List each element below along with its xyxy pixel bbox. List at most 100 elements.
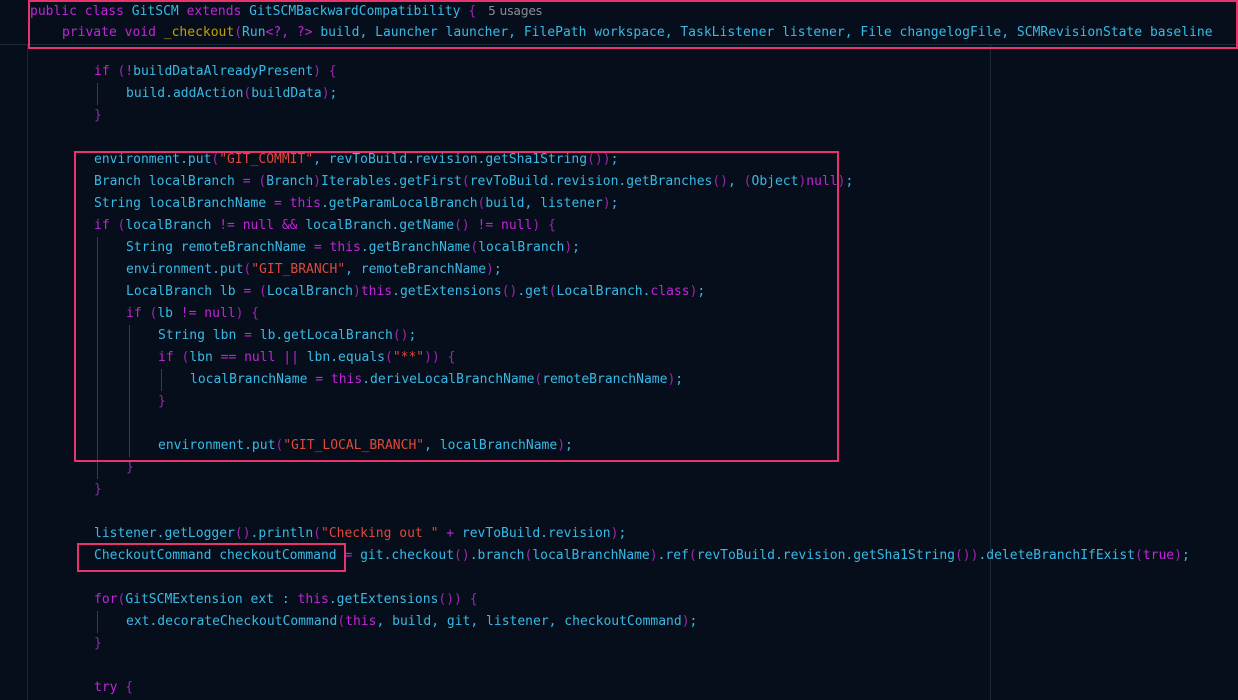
code-line[interactable]: } [94, 633, 102, 655]
indent-guide [97, 237, 98, 479]
code-token: () [234, 526, 251, 541]
indent-guide [97, 83, 98, 105]
code-token: , build, git, listener, checkoutCommand [376, 614, 682, 629]
code-line[interactable]: } [126, 457, 134, 479]
code-line[interactable]: } [94, 479, 102, 501]
code-token: localBranch [478, 240, 565, 255]
code-token: Run [242, 25, 266, 40]
code-token: .branch [469, 548, 525, 563]
code-token: ; [689, 614, 698, 629]
code-token: null [806, 174, 838, 189]
code-token: = [274, 196, 282, 211]
code-token: ( [109, 218, 126, 233]
code-token: } [94, 482, 102, 497]
code-token: localBranch.getName [297, 218, 455, 233]
code-token: ( [173, 350, 190, 365]
code-token: != [180, 306, 197, 321]
code-line[interactable]: if (lb != null) { [126, 303, 259, 325]
code-token: Iterables.getFirst [321, 174, 462, 189]
code-token: ( [141, 306, 158, 321]
code-token: .getExtensions [392, 284, 502, 299]
sticky-method-signature[interactable]: private void _checkout(Run<?, ?> build, … [62, 22, 1213, 44]
code-line[interactable]: for(GitSCMExtension ext : this.getExtens… [94, 589, 478, 611]
code-token: environment.put [158, 438, 276, 453]
sticky-class-declaration[interactable]: public class GitSCM extends GitSCMBackwa… [30, 0, 542, 22]
code-line[interactable]: localBranchName = this.deriveLocalBranch… [190, 369, 683, 391]
code-token: .deleteBranchIfExist [978, 548, 1135, 563]
code-token: != [477, 218, 494, 233]
code-line[interactable]: LocalBranch lb = (LocalBranch)this.getEx… [126, 281, 705, 303]
code-token: if [94, 64, 110, 79]
code-token: ) [313, 64, 321, 79]
code-line[interactable]: } [158, 391, 166, 413]
code-token: ) [486, 262, 494, 277]
code-editor[interactable]: public class GitSCM extends GitSCMBackwa… [0, 0, 1238, 700]
code-token: ; [610, 152, 619, 167]
code-token: () [712, 174, 729, 189]
code-line[interactable]: environment.put("GIT_LOCAL_BRANCH", loca… [158, 435, 573, 457]
code-token: ; [845, 174, 854, 189]
code-token: ) [321, 86, 330, 101]
code-token: ! [125, 64, 134, 79]
code-token: )) [424, 350, 440, 365]
code-token: localBranchName [190, 372, 316, 387]
usages-hint[interactable]: 5 usages [488, 4, 542, 18]
code-line[interactable]: try { [94, 677, 133, 699]
code-token: ()) [438, 592, 462, 607]
right-margin-guide [990, 44, 991, 700]
code-token: ) [649, 548, 658, 563]
code-token: if [94, 218, 110, 233]
code-token: .deriveLocalBranchName [362, 372, 535, 387]
code-token: String localBranchName [94, 196, 275, 211]
code-token: ( [109, 64, 126, 79]
code-token: ; [329, 86, 338, 101]
code-token: private [62, 25, 117, 40]
code-token: ; [1181, 548, 1190, 563]
code-line[interactable]: String remoteBranchName = this.getBranch… [126, 237, 580, 259]
code-token: git.checkout [352, 548, 455, 563]
code-token: localBranchName [532, 548, 650, 563]
code-token: ; [675, 372, 684, 387]
code-line[interactable]: build.addAction(buildData); [126, 83, 337, 105]
code-token: ( [250, 174, 267, 189]
code-token: , remoteBranchName [345, 262, 487, 277]
code-token: .getParamLocalBranch [320, 196, 478, 211]
code-line[interactable]: CheckoutCommand checkoutCommand = git.ch… [94, 545, 1190, 567]
code-line[interactable]: listener.getLogger().println("Checking o… [94, 523, 626, 545]
code-token: public [30, 4, 77, 19]
code-line[interactable]: String localBranchName = this.getParamLo… [94, 193, 618, 215]
code-token: { [117, 680, 134, 695]
code-token: _checkout [163, 25, 235, 40]
code-line[interactable]: String lbn = lb.getLocalBranch(); [158, 325, 416, 347]
code-token: revToBuild.revision.getBranches [469, 174, 713, 189]
code-token: LocalBranch. [556, 284, 651, 299]
code-token: CheckoutCommand checkoutCommand [94, 548, 345, 563]
code-token: class [84, 4, 124, 19]
code-token: .getBranchName [360, 240, 471, 255]
code-line[interactable]: } [94, 105, 102, 127]
code-token: remoteBranchName [542, 372, 668, 387]
code-token: ; [565, 438, 573, 453]
code-token: != [219, 218, 235, 233]
code-token: ) [352, 284, 361, 299]
code-token: <?, ?> [265, 25, 313, 40]
code-line[interactable]: if (localBranch != null && localBranch.g… [94, 215, 556, 237]
code-token: ( [234, 25, 243, 40]
code-token: () [454, 218, 470, 233]
code-token: LocalBranch [266, 284, 353, 299]
code-line[interactable]: if (!buildDataAlreadyPresent) { [94, 61, 337, 83]
code-token: environment.put [94, 152, 212, 167]
code-line[interactable]: environment.put("GIT_COMMIT", revToBuild… [94, 149, 618, 171]
code-line[interactable]: environment.put("GIT_BRANCH", remoteBran… [126, 259, 502, 281]
code-token: ) [1174, 548, 1182, 563]
code-line[interactable]: if (lbn == null || lbn.equals("**")) { [158, 347, 455, 369]
code-token: String remoteBranchName [126, 240, 314, 255]
code-token: "GIT_LOCAL_BRANCH" [283, 438, 425, 453]
code-line[interactable]: ext.decorateCheckoutCommand(this, build,… [126, 611, 697, 633]
code-line[interactable]: Branch localBranch = (Branch)Iterables.g… [94, 171, 853, 193]
code-token: .ref [657, 548, 689, 563]
